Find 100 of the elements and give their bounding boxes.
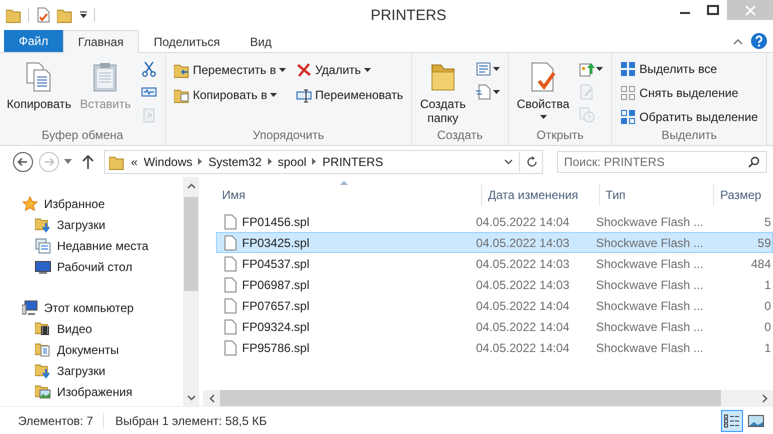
- ribbon-tab[interactable]: Поделиться: [138, 30, 235, 53]
- details-view-button[interactable]: [721, 410, 743, 432]
- file-name: FP06987.spl: [242, 278, 310, 292]
- file-icon: [222, 318, 238, 334]
- nav-item[interactable]: Этот компьютер: [0, 297, 183, 318]
- file-name: FP07657.spl: [242, 298, 310, 312]
- file-row[interactable]: FP09324.spl 04.05.2022 14:04 Shockwave Flash ... 0: [216, 316, 773, 337]
- refresh-icon[interactable]: [526, 156, 538, 168]
- ribbon-button[interactable]: Создать папку: [418, 59, 468, 127]
- nav-item[interactable]: Избранное: [0, 193, 183, 214]
- address-bar[interactable]: « Windows System32 spool PRINTERS: [104, 150, 543, 174]
- column-header[interactable]: Дата изменения: [482, 184, 600, 206]
- size-cell-text: 1: [763, 278, 772, 292]
- back-button[interactable]: [12, 150, 34, 172]
- date-cell-text: 04.05.2022 14:04: [476, 298, 570, 312]
- date-cell-text: 04.05.2022 14:04: [476, 214, 570, 228]
- path-overflow[interactable]: «: [131, 154, 138, 168]
- column-header[interactable]: Тип: [600, 184, 714, 206]
- date-cell-text: 04.05.2022 14:04: [476, 340, 570, 354]
- size-cell-text: 484: [750, 256, 772, 270]
- breadcrumb[interactable]: PRINTERS: [322, 154, 384, 168]
- folder-icon[interactable]: [6, 7, 22, 23]
- help-icon[interactable]: [751, 33, 767, 49]
- nav-item[interactable]: Документы: [0, 339, 183, 360]
- star-icon: [22, 196, 38, 212]
- ribbon-button[interactable]: Копировать в: [172, 84, 288, 106]
- download-folder-icon: [35, 362, 51, 378]
- nav-item[interactable]: Рабочий стол: [0, 256, 183, 277]
- ribbon-button[interactable]: Переименовать: [294, 84, 406, 106]
- type-cell-text: Shockwave Flash ...: [596, 298, 704, 312]
- file-name: FP03425.spl: [242, 236, 310, 250]
- nav-item[interactable]: Недавние места: [0, 235, 183, 256]
- nav-item[interactable]: Загрузки: [0, 360, 183, 381]
- type-cell-text: Shockwave Flash ...: [596, 236, 704, 250]
- recent-places-icon: [35, 238, 51, 254]
- file-row[interactable]: FP06987.spl 04.05.2022 14:03 Shockwave Flash ... 1: [216, 274, 773, 295]
- select-all-icon: [620, 61, 636, 78]
- folder-icon: [174, 62, 190, 78]
- status-text: Элементов: 7: [18, 414, 94, 428]
- caret-icon[interactable]: [79, 11, 88, 19]
- file-row[interactable]: FP95786.spl 04.05.2022 14:04 Shockwave Flash ... 1: [216, 337, 773, 358]
- computer-icon: [22, 300, 38, 316]
- nav-item[interactable]: Загрузки: [0, 214, 183, 235]
- history-icon: [579, 107, 596, 123]
- file-icon: [222, 276, 238, 292]
- vertical-scrollbar[interactable]: [183, 177, 199, 406]
- ribbon-tab[interactable]: Файл: [4, 30, 63, 52]
- type-cell-text: Shockwave Flash ...: [596, 340, 704, 354]
- breadcrumb[interactable]: Windows: [144, 154, 192, 168]
- file-row[interactable]: FP03425.spl 04.05.2022 14:03 Shockwave Flash ... 59: [216, 232, 773, 253]
- shortcut-icon: [140, 107, 157, 123]
- ribbon-button[interactable]: Выделить все: [618, 59, 760, 80]
- group-label: Буфер обмена: [40, 127, 124, 144]
- folder-icon: [174, 87, 190, 103]
- ribbon-button[interactable]: Обратить выделение: [618, 106, 760, 127]
- dropdown-icon[interactable]: [504, 158, 513, 164]
- ribbon-button[interactable]: Снять выделение: [618, 82, 760, 104]
- type-cell-text: Shockwave Flash ...: [596, 278, 704, 292]
- file-name: FP95786.spl: [242, 340, 310, 354]
- chevron-icon[interactable]: [198, 158, 202, 165]
- horizontal-scrollbar[interactable]: [203, 390, 773, 406]
- breadcrumb[interactable]: System32: [208, 154, 262, 168]
- date-cell-text: 04.05.2022 14:03: [476, 256, 570, 270]
- ribbon-icon-button[interactable]: [474, 82, 502, 102]
- edit-icon: [579, 84, 596, 100]
- properties-icon[interactable]: [35, 7, 51, 23]
- file-row[interactable]: FP04537.spl 04.05.2022 14:03 Shockwave Flash ... 484: [216, 253, 773, 274]
- nav-item[interactable]: Изображения: [0, 381, 183, 402]
- documents-folder-icon: [35, 342, 51, 358]
- ribbon-button[interactable]: Свойства: [514, 59, 572, 121]
- ribbon-button[interactable]: Переместить в: [172, 59, 288, 81]
- ribbon-button[interactable]: Копировать: [6, 59, 72, 113]
- folder-icon[interactable]: [57, 7, 73, 23]
- breadcrumb[interactable]: spool: [278, 154, 306, 168]
- ribbon-tab[interactable]: Главная: [63, 30, 139, 53]
- new-item-icon: [476, 61, 492, 77]
- column-header[interactable]: Размер: [714, 184, 773, 206]
- chevron-icon[interactable]: [312, 158, 316, 165]
- file-row[interactable]: FP07657.spl 04.05.2022 14:04 Shockwave Flash ... 0: [216, 295, 773, 316]
- delete-icon: [296, 62, 312, 78]
- pictures-folder-icon: [35, 384, 51, 400]
- file-name: FP09324.spl: [242, 320, 310, 334]
- collapse-icon[interactable]: [733, 38, 743, 44]
- file-icon: [222, 214, 238, 230]
- chevron-icon[interactable]: [268, 158, 272, 165]
- ribbon-tab[interactable]: Вид: [234, 30, 287, 53]
- nav-item[interactable]: Видео: [0, 318, 183, 339]
- size-cell-text: 59: [756, 236, 772, 250]
- search-field[interactable]: Поиск: PRINTERS: [557, 150, 767, 172]
- size-cell-text: 0: [763, 320, 772, 334]
- type-cell-text: Shockwave Flash ...: [596, 214, 704, 228]
- desktop-icon: [35, 258, 51, 274]
- search-icon: [748, 156, 760, 168]
- ribbon-button[interactable]: Удалить: [294, 59, 406, 81]
- group-label: Выделить: [660, 127, 718, 144]
- window-title: PRINTERS: [370, 6, 448, 24]
- up-button[interactable]: [82, 154, 94, 168]
- size-cell-text: 5: [763, 214, 772, 228]
- file-row[interactable]: FP01456.spl 04.05.2022 14:04 Shockwave Flash ... 5: [216, 211, 773, 232]
- invert-selection-icon: [620, 108, 636, 125]
